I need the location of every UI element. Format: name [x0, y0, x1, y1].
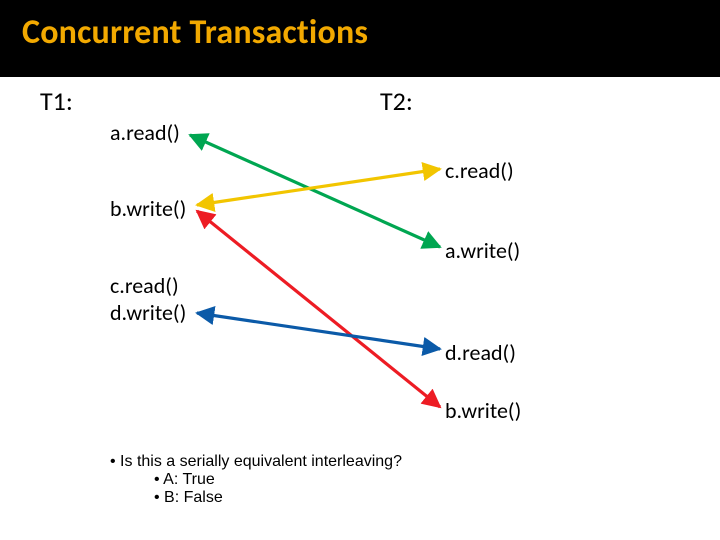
question-block: Is this a serially equivalent interleavi… [110, 453, 402, 507]
t1-op-c-read: c.read() [110, 272, 179, 299]
question-option-b: B: False [154, 489, 402, 507]
t2-op-d-read: d.read() [445, 339, 516, 366]
arrow-d-write-d-read [197, 313, 440, 349]
diagram-stage: T1: T2: a.read() b.write() c.read() d.wr… [0, 77, 720, 507]
arrow-c-read-c-read [197, 169, 440, 205]
t2-op-b-write: b.write() [445, 397, 521, 424]
arrow-b-write-b-write [197, 211, 440, 407]
question-prompt: Is this a serially equivalent interleavi… [110, 453, 402, 471]
t1-header: T1: [40, 85, 73, 117]
question-option-a: A: True [154, 471, 402, 489]
t1-op-d-write: d.write() [110, 299, 186, 326]
title-band: Concurrent Transactions [0, 0, 720, 77]
t2-op-a-write: a.write() [445, 237, 520, 264]
t2-op-c-read: c.read() [445, 157, 514, 184]
page-title: Concurrent Transactions [22, 12, 698, 53]
arrow-a-read-a-write [190, 135, 440, 247]
t1-op-b-write: b.write() [110, 195, 186, 222]
arrows-layer [0, 77, 720, 507]
t2-header: T2: [380, 85, 413, 117]
t1-op-a-read: a.read() [110, 119, 180, 146]
